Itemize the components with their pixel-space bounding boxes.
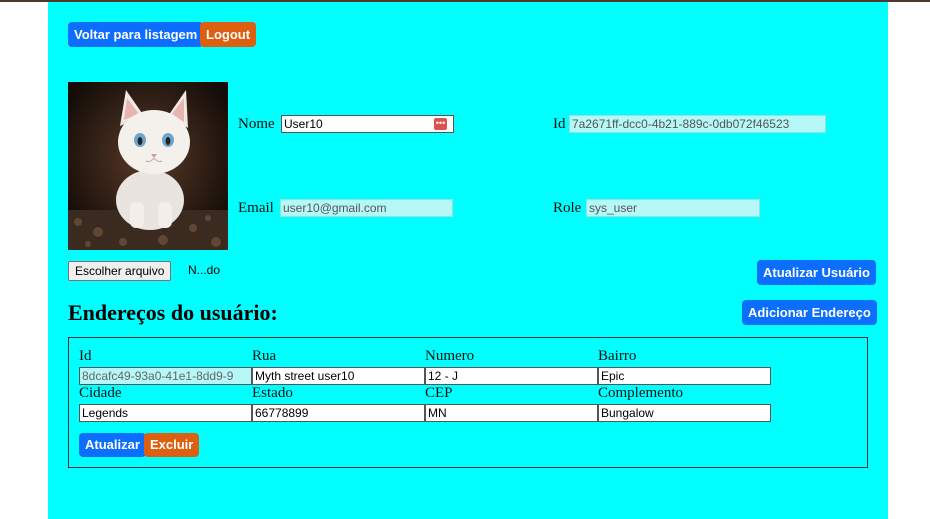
address-id-input[interactable]: 8dcafc49-93a0-41e1-8dd9-9: [79, 367, 252, 385]
main-panel: Voltar para listagem Logout Nome User10 …: [48, 2, 888, 519]
email-input[interactable]: user10@gmail.com: [280, 199, 453, 217]
address-cep-input[interactable]: MN: [425, 404, 598, 422]
address-estado-input[interactable]: 66778899: [252, 404, 425, 422]
address-cep-label: CEP: [425, 385, 453, 401]
nome-label: Nome: [238, 116, 275, 132]
kitten-photo: [68, 82, 228, 250]
address-complemento-input[interactable]: Bungalow: [598, 404, 771, 422]
file-name-text: N...do: [188, 263, 221, 277]
address-rua-label: Rua: [252, 348, 277, 364]
address-complemento-label: Complemento: [598, 385, 683, 401]
nome-input-value: User10: [284, 117, 323, 131]
id-input[interactable]: 7a2671ff-dcc0-4b21-889c-0db072f46523: [569, 115, 826, 133]
logout-button[interactable]: Logout: [200, 22, 257, 47]
password-manager-icon[interactable]: •••: [434, 118, 447, 130]
address-numero-label: Numero: [425, 348, 475, 364]
delete-address-button[interactable]: Excluir: [144, 433, 200, 457]
nome-input[interactable]: User10 •••: [281, 115, 454, 133]
address-numero-input[interactable]: 12 - J: [425, 367, 598, 385]
id-label: Id: [553, 116, 566, 132]
back-to-list-button[interactable]: Voltar para listagem: [68, 22, 204, 47]
address-rua-input[interactable]: Myth street user10: [252, 367, 425, 385]
add-address-button[interactable]: Adicionar Endereço: [742, 300, 877, 325]
email-label: Email: [238, 200, 274, 216]
update-user-button[interactable]: Atualizar Usuário: [757, 260, 876, 285]
address-cidade-label: Cidade: [79, 385, 122, 401]
address-card: Id Rua Numero Bairro 8dcafc49-93a0-41e1-…: [68, 337, 868, 468]
user-avatar-image: [68, 82, 228, 250]
choose-file-button[interactable]: Escolher arquivo: [68, 261, 172, 281]
address-estado-label: Estado: [252, 385, 293, 401]
addresses-title: Endereços do usuário:: [68, 300, 278, 325]
address-cidade-input[interactable]: Legends: [79, 404, 252, 422]
role-label: Role: [553, 200, 582, 216]
address-bairro-label: Bairro: [598, 348, 637, 364]
update-address-button[interactable]: Atualizar: [79, 433, 146, 457]
address-id-label: Id: [79, 348, 92, 364]
address-bairro-input[interactable]: Epic: [598, 367, 771, 385]
role-input[interactable]: sys_user: [586, 199, 760, 217]
